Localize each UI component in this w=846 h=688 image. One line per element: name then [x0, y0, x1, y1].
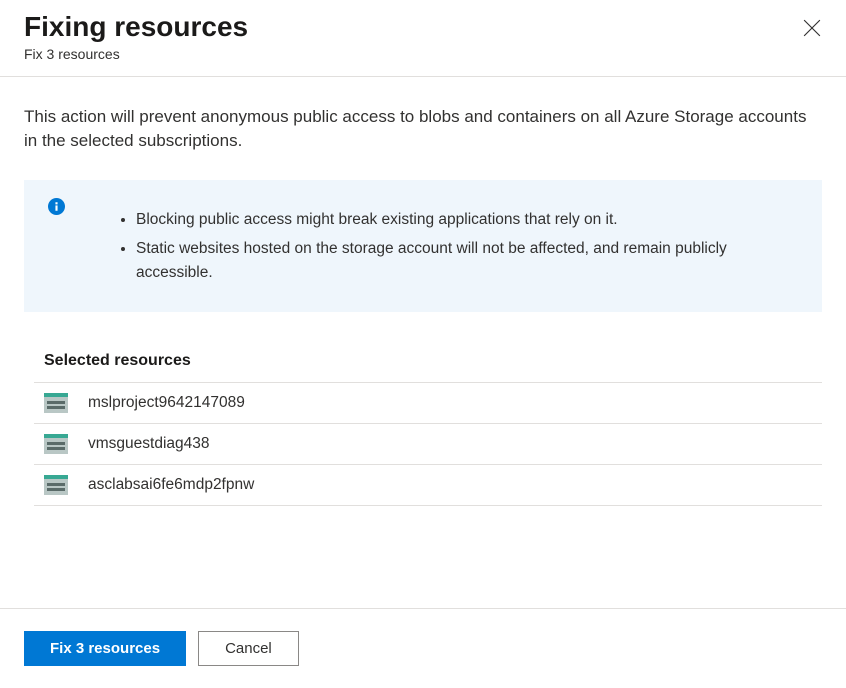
cancel-button[interactable]: Cancel: [198, 631, 299, 666]
resource-name: asclabsai6fe6mdp2fpnw: [88, 476, 254, 494]
info-callout: Blocking public access might break exist…: [24, 180, 822, 312]
dialog-title: Fixing resources: [24, 10, 822, 44]
info-item: Blocking public access might break exist…: [136, 208, 802, 233]
resource-row: mslproject9642147089: [34, 382, 822, 423]
resource-name: vmsguestdiag438: [88, 435, 210, 453]
resource-row: vmsguestdiag438: [34, 423, 822, 464]
fix-resources-button[interactable]: Fix 3 resources: [24, 631, 186, 666]
storage-account-icon: [44, 475, 68, 495]
resource-name: mslproject9642147089: [88, 394, 245, 412]
dialog-subtitle: Fix 3 resources: [24, 46, 822, 62]
dialog-content: This action will prevent anonymous publi…: [0, 77, 846, 507]
info-icon: [48, 198, 65, 220]
storage-account-icon: [44, 434, 68, 454]
dialog-header: Fixing resources Fix 3 resources: [0, 0, 846, 76]
close-button[interactable]: [802, 18, 822, 38]
resource-row: asclabsai6fe6mdp2fpnw: [34, 464, 822, 506]
action-description: This action will prevent anonymous publi…: [24, 105, 822, 154]
selected-resources-heading: Selected resources: [24, 352, 822, 370]
storage-account-icon: [44, 393, 68, 413]
close-icon: [803, 19, 821, 37]
info-list: Blocking public access might break exist…: [46, 200, 802, 286]
dialog-footer: Fix 3 resources Cancel: [0, 608, 846, 688]
info-item: Static websites hosted on the storage ac…: [136, 237, 802, 287]
resource-list: mslproject9642147089 vmsguestdiag438: [24, 382, 822, 506]
